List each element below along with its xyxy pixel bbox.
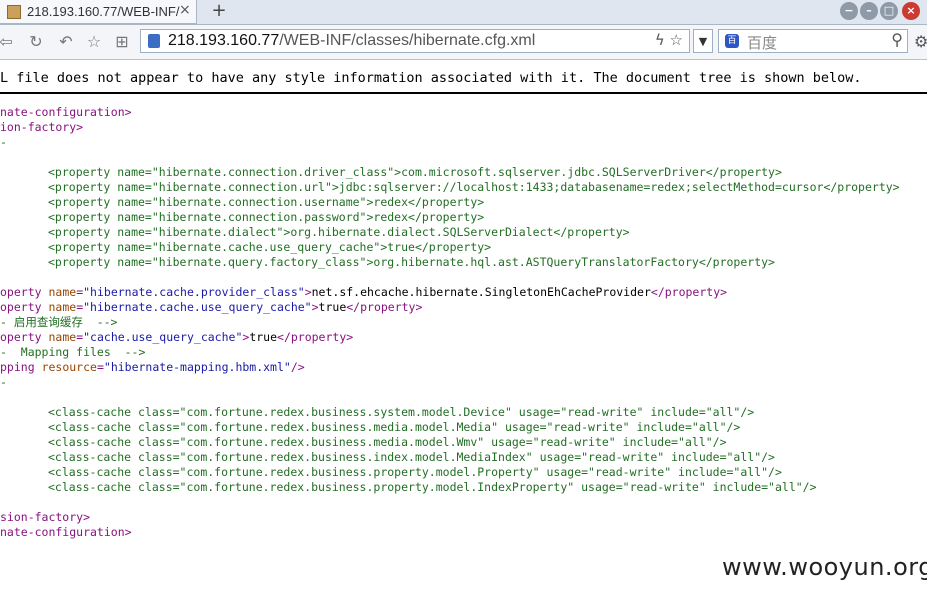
xml-line: <property name="hibernate.query.factory_… bbox=[48, 255, 775, 269]
tab-strip: 218.193.160.77/WEB-INF/ × + − – □ × bbox=[0, 0, 927, 25]
new-tab-button[interactable]: + bbox=[208, 1, 230, 21]
xml-line: operty name="hibernate.cache.use_query_c… bbox=[0, 300, 423, 314]
favicon-icon bbox=[7, 5, 21, 19]
xml-line: <property name="hibernate.connection.dri… bbox=[48, 165, 782, 179]
browser-toolbar: ⇦ ↻ ↶ ☆ ⊞ 218.193.160.77/WEB-INF/classes… bbox=[0, 25, 927, 60]
address-actions: ϟ ☆ bbox=[655, 31, 683, 49]
xml-line: <property name="hibernate.dialect">org.h… bbox=[48, 225, 630, 239]
xml-line: <class-cache class="com.fortune.redex.bu… bbox=[48, 435, 727, 449]
xml-line: <class-cache class="com.fortune.redex.bu… bbox=[48, 420, 741, 434]
xml-line: nate-configuration> bbox=[0, 105, 132, 119]
xml-line: sion-factory> bbox=[0, 510, 91, 524]
chevron-down-icon[interactable]: ▼ bbox=[693, 29, 713, 53]
xml-line: nate-configuration> bbox=[0, 525, 132, 539]
url-path: /WEB-INF/classes/hibernate.cfg.xml bbox=[279, 32, 536, 49]
apps-grid-icon[interactable]: ⊞ bbox=[112, 32, 132, 52]
search-input[interactable]: 百度 bbox=[747, 32, 777, 53]
site-security-icon bbox=[148, 34, 160, 48]
refresh-icon[interactable]: ↻ bbox=[26, 32, 46, 52]
url-host: 218.193.160.77 bbox=[168, 32, 280, 49]
lightning-icon[interactable]: ϟ bbox=[655, 31, 665, 49]
xml-notice: L file does not appear to have any style… bbox=[0, 68, 927, 94]
favorite-star-icon[interactable]: ☆ bbox=[84, 32, 104, 52]
maximize-icon[interactable]: □ bbox=[880, 2, 898, 20]
tools-icon[interactable]: ⚙ bbox=[914, 32, 927, 51]
xml-line: ion-factory> bbox=[0, 120, 84, 134]
xml-line: operty name="hibernate.cache.provider_cl… bbox=[0, 285, 728, 299]
xml-line: operty name="cache.use_query_cache">true… bbox=[0, 330, 354, 344]
minimize-icon[interactable]: – bbox=[860, 2, 878, 20]
xml-line: pping resource="hibernate-mapping.hbm.xm… bbox=[0, 360, 305, 374]
xml-line: <property name="hibernate.cache.use_quer… bbox=[48, 240, 492, 254]
xml-line: <property name="hibernate.connection.pas… bbox=[48, 210, 485, 224]
xml-line: - bbox=[0, 375, 7, 389]
xml-line: <property name="hibernate.connection.url… bbox=[48, 180, 900, 194]
xml-line: - 启用查询缓存 --> bbox=[0, 315, 118, 329]
address-bar[interactable]: 218.193.160.77/WEB-INF/classes/hibernate… bbox=[140, 29, 690, 53]
xml-line: <class-cache class="com.fortune.redex.bu… bbox=[48, 480, 817, 494]
bookmark-star-icon[interactable]: ☆ bbox=[670, 31, 683, 49]
watermark: www.wooyun.org bbox=[722, 553, 927, 581]
tab-close-button[interactable]: × bbox=[179, 2, 191, 18]
search-icon[interactable]: ⚲ bbox=[891, 30, 903, 49]
xml-line: <class-cache class="com.fortune.redex.bu… bbox=[48, 405, 755, 419]
xml-line: <class-cache class="com.fortune.redex.bu… bbox=[48, 465, 782, 479]
tab-title: 218.193.160.77/WEB-INF/ bbox=[27, 4, 180, 19]
url-text[interactable]: 218.193.160.77/WEB-INF/classes/hibernate… bbox=[168, 32, 535, 50]
undo-icon[interactable]: ↶ bbox=[56, 32, 76, 52]
browser-tab[interactable]: 218.193.160.77/WEB-INF/ × bbox=[0, 0, 197, 24]
back-icon[interactable]: ⇦ bbox=[0, 32, 16, 52]
xml-line: <class-cache class="com.fortune.redex.bu… bbox=[48, 450, 775, 464]
xml-line: - bbox=[0, 135, 7, 149]
xml-line: <property name="hibernate.connection.use… bbox=[48, 195, 485, 209]
window-menu-icon[interactable]: − bbox=[840, 2, 858, 20]
xml-line: - Mapping files --> bbox=[0, 345, 146, 359]
search-box[interactable]: 百 百度 ⚲ bbox=[718, 29, 908, 53]
close-window-icon[interactable]: × bbox=[902, 2, 920, 20]
baidu-icon[interactable]: 百 bbox=[725, 34, 739, 48]
